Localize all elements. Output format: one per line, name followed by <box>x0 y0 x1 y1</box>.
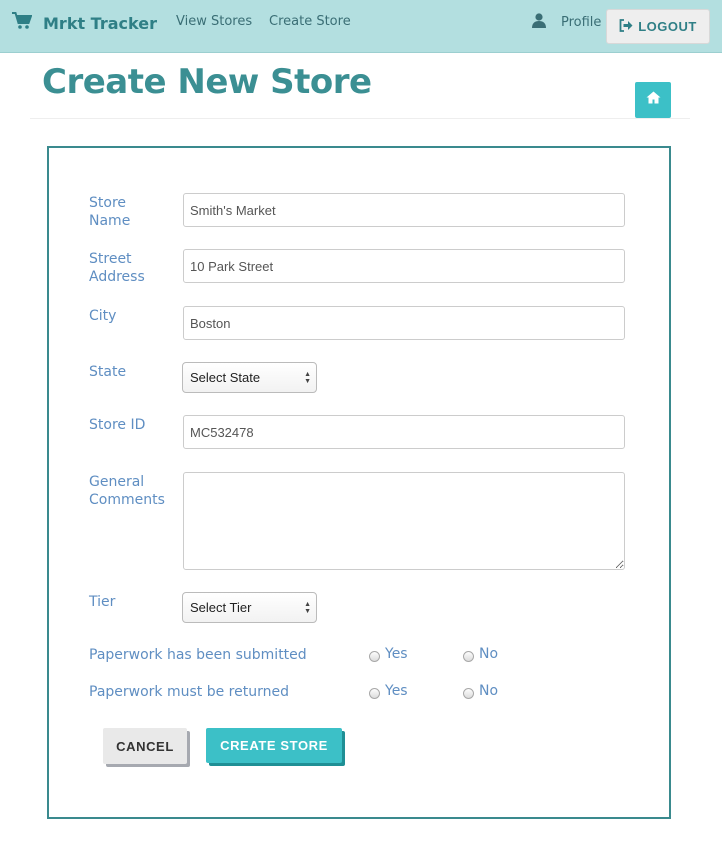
store-name-input[interactable] <box>183 193 625 227</box>
user-icon <box>532 13 561 32</box>
radio-label: Yes <box>385 646 408 662</box>
radio-button[interactable] <box>463 650 474 662</box>
nav-link-create-store[interactable]: Create Store <box>269 14 351 29</box>
cancel-button[interactable]: CANCEL <box>103 728 187 764</box>
select-arrows-icon: ▲ ▼ <box>304 601 311 615</box>
shopping-cart-icon <box>12 12 33 35</box>
paperwork-submitted-yes-radio[interactable]: Yes <box>369 646 408 662</box>
radio-button[interactable] <box>369 687 380 699</box>
tier-select[interactable]: Select Tier ▲ ▼ <box>182 592 317 623</box>
profile-label: Profile <box>561 15 602 30</box>
state-select-value: Select State <box>190 370 261 385</box>
select-arrows-icon: ▲ ▼ <box>304 371 311 385</box>
logout-button[interactable]: LOGOUT <box>606 9 710 44</box>
page-title: Create New Store <box>42 62 372 102</box>
state-label: State <box>89 364 127 380</box>
radio-label: No <box>479 646 499 662</box>
home-button[interactable] <box>635 82 671 118</box>
sign-out-icon <box>619 18 638 35</box>
create-store-button[interactable]: CREATE STORE <box>206 728 342 763</box>
paperwork-submitted-label: Paperwork has been submitted <box>89 647 307 663</box>
paperwork-submitted-no-radio[interactable]: No <box>463 646 498 662</box>
radio-button[interactable] <box>463 687 474 699</box>
store-id-label: Store ID <box>89 417 146 433</box>
home-icon <box>646 91 661 109</box>
logout-label: LOGOUT <box>638 19 697 34</box>
tier-select-value: Select Tier <box>190 600 252 615</box>
brand[interactable]: Mrkt Tracker <box>12 12 157 35</box>
paperwork-returned-no-radio[interactable]: No <box>463 683 498 699</box>
store-name-label: Store Name <box>89 195 131 229</box>
comments-textarea[interactable] <box>183 472 625 570</box>
tier-label: Tier <box>89 594 116 610</box>
navbar: Mrkt Tracker View Stores Create Store Pr… <box>0 0 722 53</box>
street-address-label: Street Address <box>89 251 145 285</box>
title-divider <box>30 118 690 119</box>
radio-label: Yes <box>385 683 408 699</box>
store-id-input[interactable] <box>183 415 625 449</box>
profile-link[interactable]: Profile <box>532 13 601 32</box>
radio-label: No <box>479 683 499 699</box>
state-select[interactable]: Select State ▲ ▼ <box>182 362 317 393</box>
paperwork-returned-yes-radio[interactable]: Yes <box>369 683 408 699</box>
paperwork-returned-label: Paperwork must be returned <box>89 684 289 700</box>
radio-button[interactable] <box>369 650 380 662</box>
city-input[interactable] <box>183 306 625 340</box>
city-label: City <box>89 308 117 324</box>
comments-label: General Comments <box>89 474 165 508</box>
street-address-input[interactable] <box>183 249 625 283</box>
brand-name: Mrkt Tracker <box>43 14 157 33</box>
nav-link-view-stores[interactable]: View Stores <box>176 14 252 29</box>
